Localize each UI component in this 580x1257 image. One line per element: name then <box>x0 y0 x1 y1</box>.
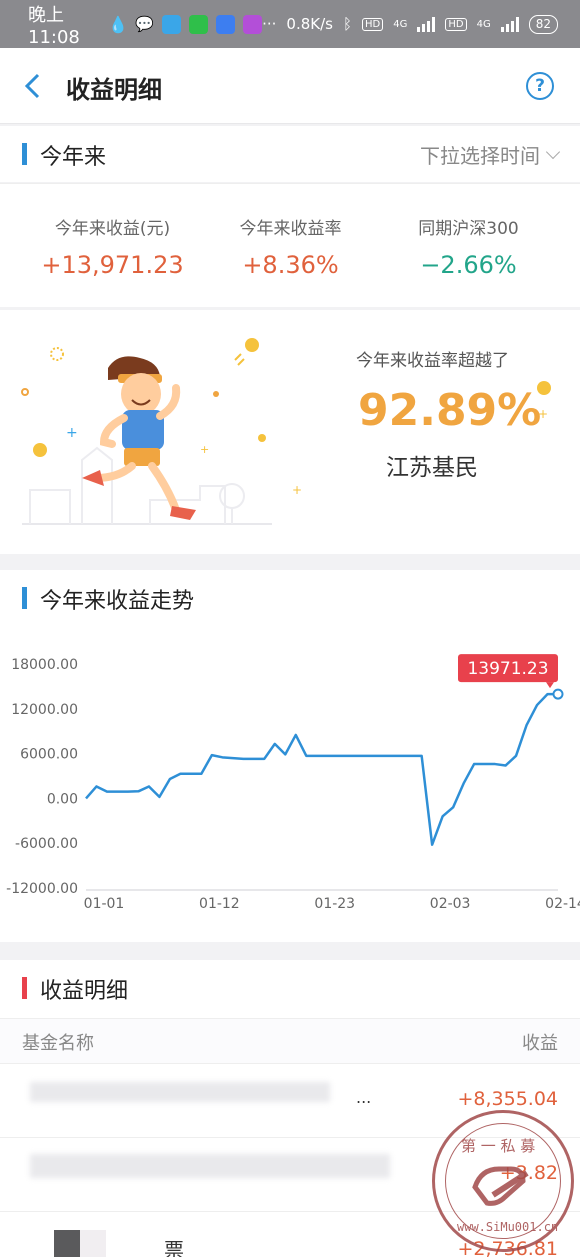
status-app-icons: 💧 💬 <box>108 14 263 34</box>
stat-label: 今年来收益率 <box>239 219 342 239</box>
stat-value: +8.36% <box>242 251 339 279</box>
fund-income: +8,355.04 <box>457 1088 558 1110</box>
beat-label: 今年来收益率超越了 <box>356 351 509 371</box>
chevron-down-icon <box>545 144 561 159</box>
ranking-banner: + + + 今年来收益率超越了 92.89% 江苏基民 + <box>0 310 580 554</box>
more-dots: ··· <box>262 15 277 33</box>
redacted-name <box>30 1082 330 1102</box>
tooltip-value: 13971.23 <box>467 659 548 679</box>
stat-value: −2.66% <box>420 251 517 279</box>
hd-badge-1: HD <box>362 17 384 31</box>
svg-text:+: + <box>200 443 209 456</box>
drop-icon: 💧 <box>108 14 129 34</box>
period-dropdown-label: 下拉选择时间 <box>420 144 540 168</box>
hd-badge-2: HD <box>445 17 467 31</box>
detail-title: 收益明细 <box>40 979 129 1004</box>
x-tick-label: 01-23 <box>314 896 355 912</box>
x-tick-label: 02-14 <box>545 896 580 912</box>
video-icon <box>243 14 263 34</box>
svg-text:+: + <box>66 425 78 441</box>
status-right: ··· 0.8K/s ᛒ HD 4G HD 4G 82 <box>262 14 558 34</box>
x-tick-label: 02-03 <box>430 896 471 912</box>
trend-line <box>85 692 558 846</box>
stat-label: 同期沪深300 <box>418 219 519 239</box>
network-2: 4G <box>476 18 491 30</box>
tieba-icon <box>216 14 236 34</box>
app-header: 收益明细 ? <box>0 48 580 124</box>
x-tick-label: 01-01 <box>84 896 125 912</box>
stat-ytd-rate: 今年来收益率 +8.36% <box>194 214 387 279</box>
redacted-block <box>80 1230 106 1257</box>
stat-hs300: 同期沪深300 −2.66% <box>372 214 565 279</box>
page-title: 收益明细 <box>66 76 162 104</box>
trend-title: 今年来收益走势 <box>40 589 195 614</box>
svg-text:第 一 私 募: 第 一 私 募 <box>461 1137 535 1155</box>
y-tick-label: 6000.00 <box>20 747 78 763</box>
svg-text:+: + <box>538 407 548 421</box>
iqiyi-icon <box>189 14 209 34</box>
signal-icon-2 <box>500 16 519 32</box>
runner-illustration: + + + <box>21 338 302 525</box>
stat-value: +13,971.23 <box>41 251 184 279</box>
battery-indicator: 82 <box>528 14 558 34</box>
status-bar: 晚上11:08 💧 💬 ··· 0.8K/s ᛒ HD 4G HD 4G 82 <box>0 0 580 48</box>
y-tick-label: 18000.00 <box>11 657 78 673</box>
net-speed: 0.8K/s <box>286 15 333 33</box>
y-tick-label: 12000.00 <box>11 702 78 718</box>
bluetooth-icon: ᛒ <box>342 15 352 33</box>
help-icon[interactable]: ? <box>526 72 554 100</box>
beat-percentage: 92.89% <box>358 385 542 436</box>
network-1: 4G <box>393 18 408 30</box>
section-accent <box>22 587 27 609</box>
stat-label: 今年来收益(元) <box>54 219 171 239</box>
svg-text:+: + <box>292 483 302 497</box>
fund-name: ... <box>356 1088 372 1107</box>
watermark-seal: 第 一 私 募 www.SiMu001.cn <box>432 1110 574 1252</box>
x-tick-label: 01-12 <box>199 896 240 912</box>
beat-region: 江苏基民 <box>386 455 478 481</box>
period-dropdown[interactable]: 下拉选择时间 <box>420 140 561 169</box>
coin-icon: + <box>537 381 551 421</box>
trend-section: 今年来收益走势 18000.00 12000.00 6000.00 0.00 -6000… <box>0 570 580 942</box>
income-trend-chart: 18000.00 12000.00 6000.00 0.00 -6000.00 -1200… <box>6 654 580 912</box>
column-fund-name: 基金名称 <box>22 1033 94 1054</box>
detail-column-header: 基金名称 收益 <box>0 1018 580 1064</box>
column-income: 收益 <box>522 1033 558 1054</box>
last-point-marker <box>552 688 564 700</box>
period-section: 今年来 下拉选择时间 <box>0 126 580 182</box>
section-accent <box>22 977 27 999</box>
redacted-name <box>30 1154 390 1178</box>
signal-icon <box>417 16 436 32</box>
tooltip-arrow <box>546 682 554 689</box>
y-tick-label: 0.00 <box>47 791 78 807</box>
back-icon[interactable] <box>22 72 44 100</box>
app-blue-icon <box>162 14 182 34</box>
section-accent <box>22 143 27 165</box>
status-time: 晚上11:08 <box>28 4 80 48</box>
fund-name: 票 <box>164 1238 184 1257</box>
y-tick-label: -12000.00 <box>6 881 78 897</box>
period-title: 今年来 <box>40 145 107 170</box>
watermark-logo: 第 一 私 募 www.SiMu001.cn <box>457 1137 558 1234</box>
stats-panel: 今年来收益(元) +13,971.23 今年来收益率 +8.36% 同期沪深30… <box>0 183 580 307</box>
redacted-block <box>54 1230 80 1257</box>
wechat-icon: 💬 <box>135 14 154 33</box>
stat-ytd-income: 今年来收益(元) +13,971.23 <box>16 214 209 279</box>
y-tick-label: -6000.00 <box>15 836 78 852</box>
svg-text:www.SiMu001.cn: www.SiMu001.cn <box>457 1220 558 1234</box>
